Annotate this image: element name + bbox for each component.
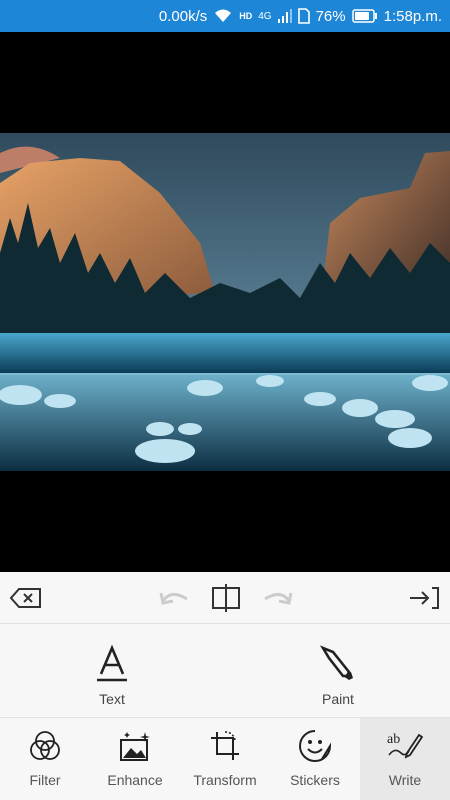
tab-write[interactable]: ab Write [360, 718, 450, 800]
edited-photo[interactable] [0, 133, 450, 471]
tab-enhance[interactable]: Enhance [90, 718, 180, 800]
text-tool-button[interactable]: Text [37, 624, 187, 718]
tab-filter[interactable]: Filter [0, 718, 90, 800]
crop-icon [209, 726, 241, 766]
bottom-tab-bar: Filter Enhance Transform Stickers ab Wri… [0, 718, 450, 800]
text-tool-label: Text [99, 691, 125, 707]
image-canvas[interactable] [0, 32, 450, 572]
network-type: 4G [258, 10, 272, 22]
svg-text:ab: ab [387, 732, 400, 747]
battery-percent: 76% [315, 7, 346, 25]
tab-enhance-label: Enhance [107, 772, 163, 788]
paint-tool-button[interactable]: Paint [263, 624, 413, 718]
filter-icon [29, 726, 61, 766]
tab-transform[interactable]: Transform [180, 718, 270, 800]
paint-tool-label: Paint [322, 691, 354, 707]
tab-stickers[interactable]: Stickers [270, 718, 360, 800]
network-speed: 0.00k/s [158, 7, 208, 25]
sim-icon [297, 8, 310, 24]
wifi-icon [213, 8, 233, 24]
landscape-image [0, 133, 450, 471]
tab-write-label: Write [388, 772, 422, 788]
sticker-icon [298, 726, 332, 766]
hd-icon: HD [239, 11, 253, 21]
write-tools: Text Paint [0, 624, 450, 718]
backspace-icon[interactable] [6, 572, 46, 624]
status-bar: 0.00k/s HD 4G 76% 1:58p.m. [0, 0, 450, 32]
signal-icon [277, 8, 292, 24]
compare-icon[interactable] [206, 572, 246, 624]
tab-transform-label: Transform [193, 772, 257, 788]
tab-stickers-label: Stickers [290, 772, 340, 788]
undo-icon[interactable] [156, 572, 196, 624]
brush-icon [319, 644, 357, 687]
apply-icon[interactable] [404, 572, 444, 624]
tab-filter-label: Filter [29, 772, 61, 788]
write-icon: ab [387, 726, 423, 766]
battery-icon [351, 9, 378, 23]
edit-toolbar [0, 572, 450, 624]
clock: 1:58p.m. [383, 7, 442, 25]
text-icon [95, 644, 129, 687]
enhance-icon [119, 726, 151, 766]
redo-icon[interactable] [256, 572, 296, 624]
